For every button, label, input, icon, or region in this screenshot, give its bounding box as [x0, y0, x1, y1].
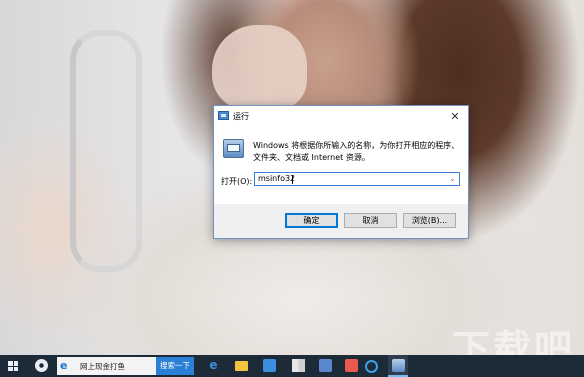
chevron-down-icon[interactable]: ⌄	[447, 173, 458, 185]
ok-button[interactable]: 确定	[285, 213, 338, 228]
run-dialog: 运行 ✕ Windows 将根据你所输入的名称，为你打开相应的程序、文件夹、文档…	[213, 105, 469, 239]
wallpaper-lamp-shape	[70, 30, 142, 272]
dialog-titlebar[interactable]: 运行 ✕	[214, 106, 468, 127]
dialog-title: 运行	[233, 112, 249, 121]
windows-logo-icon	[8, 361, 18, 371]
circle-app-icon	[365, 360, 378, 373]
assistant-button[interactable]	[32, 355, 50, 377]
taskbar-app-bird[interactable]	[315, 355, 335, 377]
assistant-icon	[35, 359, 48, 372]
taskbar-app-circle[interactable]	[360, 355, 380, 377]
close-button[interactable]: ✕	[442, 106, 468, 127]
browse-button[interactable]: 浏览(B)...	[403, 213, 456, 228]
taskbar-app-store[interactable]	[259, 355, 279, 377]
taskbar-app-grid[interactable]	[288, 355, 308, 377]
run-dialog-icon	[223, 139, 244, 158]
run-app-icon	[218, 111, 229, 120]
dialog-button-bar: 确定 取消 浏览(B)...	[214, 204, 468, 238]
search-button[interactable]: 搜索一下	[156, 357, 194, 375]
open-input-value[interactable]: msinfo32	[258, 174, 295, 183]
store-icon	[263, 359, 276, 372]
taskbar-search-box[interactable]: e 网上现金打鱼	[57, 357, 156, 375]
bird-app-icon	[319, 359, 332, 372]
dialog-description: Windows 将根据你所输入的名称，为你打开相应的程序、文件夹、文档或 Int…	[253, 141, 460, 162]
taskbar-app-edge[interactable]: e	[203, 355, 223, 377]
open-label: 打开(O):	[221, 177, 253, 186]
text-caret	[292, 175, 293, 184]
file-explorer-icon	[235, 361, 248, 371]
app-grid-icon	[292, 359, 305, 372]
taskbar-app-image[interactable]	[341, 355, 361, 377]
taskbar: e 网上现金打鱼 搜索一下 e	[0, 355, 584, 377]
browser-e-icon: e	[60, 359, 68, 372]
open-combobox[interactable]: msinfo32 ⌄	[254, 172, 460, 186]
run-icon	[392, 359, 405, 372]
taskbar-app-run[interactable]	[388, 355, 408, 377]
taskbar-app-explorer[interactable]	[231, 355, 251, 377]
start-button[interactable]	[0, 355, 26, 377]
image-app-icon	[345, 359, 358, 372]
wallpaper-hand-shape	[212, 25, 307, 110]
cancel-button[interactable]: 取消	[344, 213, 397, 228]
search-input[interactable]: 网上现金打鱼	[80, 361, 125, 372]
edge-icon: e	[209, 358, 218, 372]
